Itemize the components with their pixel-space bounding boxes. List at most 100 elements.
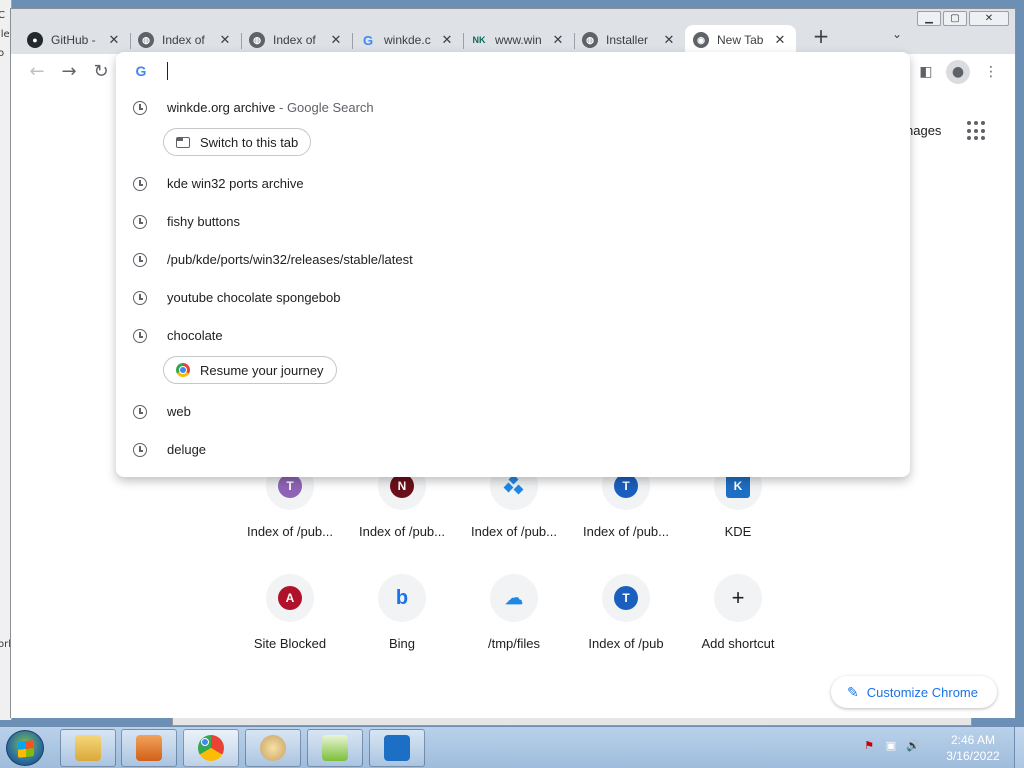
network-icon[interactable]: ▣ [884,739,898,753]
history-clock-icon [133,329,147,343]
new-tab-button[interactable]: + [809,25,833,49]
start-button[interactable] [6,730,44,766]
chip-label: Resume your journey [200,362,324,378]
add-shortcut-tile[interactable]: + Add shortcut [682,574,794,651]
tab-close-icon[interactable]: ✕ [439,32,455,48]
side-panel-icon[interactable]: ◧ [914,60,938,84]
taskbar-clock[interactable]: 2:46 AM 3/16/2022 [940,732,1006,764]
reload-icon[interactable]: ↻ [87,58,115,86]
shortcut-label: Index of /pub... [246,524,333,539]
tab-winkde[interactable]: G winkde.c ✕ [352,25,463,55]
history-clock-icon [133,101,147,115]
history-clock-icon [133,443,147,457]
clock-time: 2:46 AM [950,733,996,747]
maximize-button[interactable]: ▢ [943,11,967,26]
tab-close-icon[interactable]: ✕ [106,32,122,48]
suggestion-row[interactable]: fishy buttons [116,206,910,238]
clock-date: 3/16/2022 [946,749,1000,763]
back-arrow-icon[interactable]: ← [23,58,51,86]
show-desktop-button[interactable] [1014,727,1024,768]
taskbar-paint[interactable] [245,729,301,767]
suggestion-row[interactable]: /pub/kde/ports/win32/releases/stable/lat… [116,244,910,276]
taskbar-kde[interactable] [369,729,425,767]
shortcut-tile[interactable]: A Site Blocked [234,574,346,651]
taskbar-chrome[interactable] [183,729,239,767]
suggestion-row[interactable]: chocolate [116,320,910,352]
suggestion-row[interactable]: youtube chocolate spongebob [116,282,910,314]
volume-icon[interactable]: 🔊 [906,739,920,753]
media-player-icon [136,735,162,761]
shortcut-favicon-icon: T [614,474,638,498]
github-icon: ● [27,32,43,48]
shortcut-label: Index of /pub... [470,524,557,539]
suggestion-text: youtube chocolate spongebob [167,290,341,305]
suggestion-text: deluge [167,442,207,457]
shortcut-label: Index of /pub... [358,524,445,539]
shortcut-tile[interactable]: T Index of /pub [570,574,682,651]
tab-close-icon[interactable]: ✕ [661,32,677,48]
menu-kebab-icon[interactable]: ⋮ [979,60,1003,84]
tab-github[interactable]: ● GitHub - ✕ [19,25,130,55]
tab-index-2[interactable]: ◍ Index of ✕ [241,25,352,55]
google-apps-icon[interactable] [967,121,987,141]
suggestion-row[interactable]: winkde.org archive - Google Search [116,92,910,124]
switch-to-tab-chip[interactable]: Switch to this tab [163,128,312,156]
tab-search-button[interactable]: ⌄ [885,27,909,47]
customize-label: Customize Chrome [866,684,978,700]
tab-index-1[interactable]: ◍ Index of ✕ [130,25,241,55]
history-clock-icon [133,253,147,267]
tab-new-tab[interactable]: ◉ New Tab ✕ [685,25,796,55]
taskbar-explorer[interactable] [60,729,116,767]
suggestion-text: web [167,404,191,419]
puzzle-blocks-icon [503,474,524,495]
tab-close-icon[interactable]: ✕ [328,32,344,48]
action-center-icon[interactable]: ⚑ [862,739,876,753]
customize-chrome-button[interactable]: ✎ Customize Chrome [831,676,997,708]
suggestion-text: kde win32 ports archive [167,176,304,191]
shortcut-label: Index of /pub... [582,524,669,539]
shortcut-label: Index of /pub [588,636,664,651]
folder-icon [75,735,101,761]
tab-close-icon[interactable]: ✕ [550,32,566,48]
suggestion-row[interactable]: web [116,396,910,428]
tab-close-icon[interactable]: ✕ [772,32,788,48]
taskbar-media-player[interactable] [121,729,177,767]
tab-title: Index of [273,33,316,47]
tab-title: Index of [162,33,205,47]
tab-strip: ● GitHub - ✕ ◍ Index of ✕ ◍ Index of ✕ G… [19,21,796,55]
shortcut-label: Site Blocked [253,636,327,651]
shortcut-tile[interactable]: ☁ /tmp/files [458,574,570,651]
close-window-button[interactable]: ✕ [969,11,1009,26]
taskbar-notepad[interactable] [307,729,363,767]
shortcut-icon-bg: A [266,574,314,622]
notepad-icon [322,735,348,761]
tab-title: New Tab [717,33,764,47]
suggestion-row[interactable]: deluge [116,434,910,466]
shortcut-label: /tmp/files [487,636,540,651]
tab-title: winkde.c [384,33,431,47]
minimize-button[interactable]: ▁ [917,11,941,26]
tab-title: GitHub - [51,33,96,47]
tab-installer[interactable]: ◍ Installer ✕ [574,25,685,55]
suggestion-row[interactable]: kde win32 ports archive [116,168,910,200]
shortcut-favicon-icon: T [614,586,638,610]
omnibox-input[interactable]: G [116,52,910,90]
shortcut-icon-bg: ☁ [490,574,538,622]
shortcut-icon-bg: T [602,574,650,622]
resume-journey-chip[interactable]: Resume your journey [163,356,337,384]
taskbar: ⚑ ▣ 🔊 2:46 AM 3/16/2022 [0,726,1024,768]
forward-arrow-icon[interactable]: → [55,58,83,86]
shortcut-tile[interactable]: b Bing [346,574,458,651]
images-link[interactable]: nages [906,123,941,138]
window-controls: ▁ ▢ ✕ [917,11,1009,26]
plus-icon: + [731,585,745,610]
suggestion-text: /pub/kde/ports/win32/releases/stable/lat… [167,252,413,267]
shortcut-favicon-icon: N [390,474,414,498]
tab-close-icon[interactable]: ✕ [217,32,233,48]
omnibox-dropdown: G winkde.org archive - Google Search Swi… [116,52,910,477]
shortcut-icon-bg: b [378,574,426,622]
paint-palette-icon [260,735,286,761]
chrome-icon: ◉ [693,32,709,48]
tab-www-win[interactable]: NK www.win ✕ [463,25,574,55]
profile-avatar-icon[interactable]: ● [946,60,970,84]
